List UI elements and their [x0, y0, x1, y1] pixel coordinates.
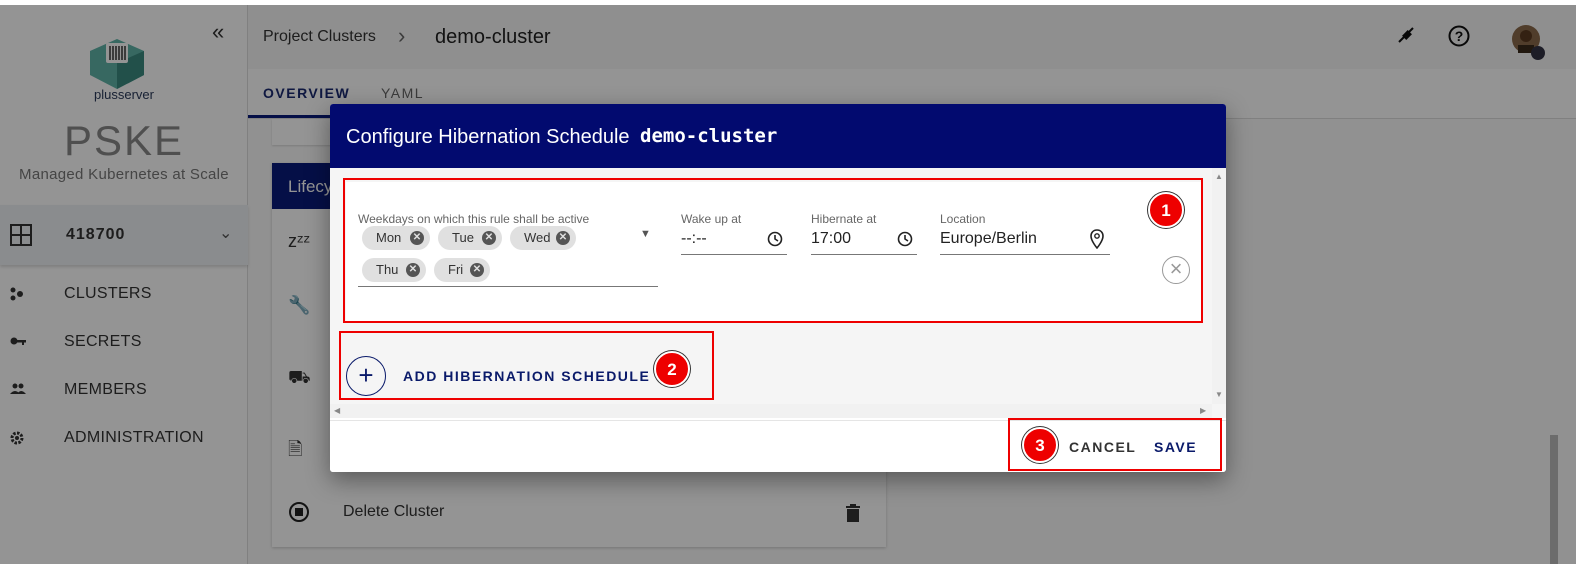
dialog-vertical-scrollbar[interactable]: ▲ ▼: [1212, 168, 1226, 404]
scroll-down-icon[interactable]: ▼: [1215, 390, 1223, 399]
annotation-box-1: [343, 178, 1203, 323]
annotation-badge-2: 2: [654, 351, 690, 387]
annotation-badge-1: 1: [1148, 192, 1184, 228]
dialog-cluster-name: demo-cluster: [640, 125, 778, 147]
annotation-badge-3: 3: [1022, 427, 1058, 463]
scroll-left-icon[interactable]: ◀: [334, 406, 340, 415]
dialog-header: Configure Hibernation Schedule demo-clus…: [330, 104, 1226, 168]
scroll-up-icon[interactable]: ▲: [1215, 172, 1223, 181]
dialog-horizontal-scrollbar[interactable]: ◀ ▶: [330, 404, 1212, 418]
scroll-right-icon[interactable]: ▶: [1200, 406, 1206, 415]
dialog-title: Configure Hibernation Schedule: [346, 126, 630, 148]
